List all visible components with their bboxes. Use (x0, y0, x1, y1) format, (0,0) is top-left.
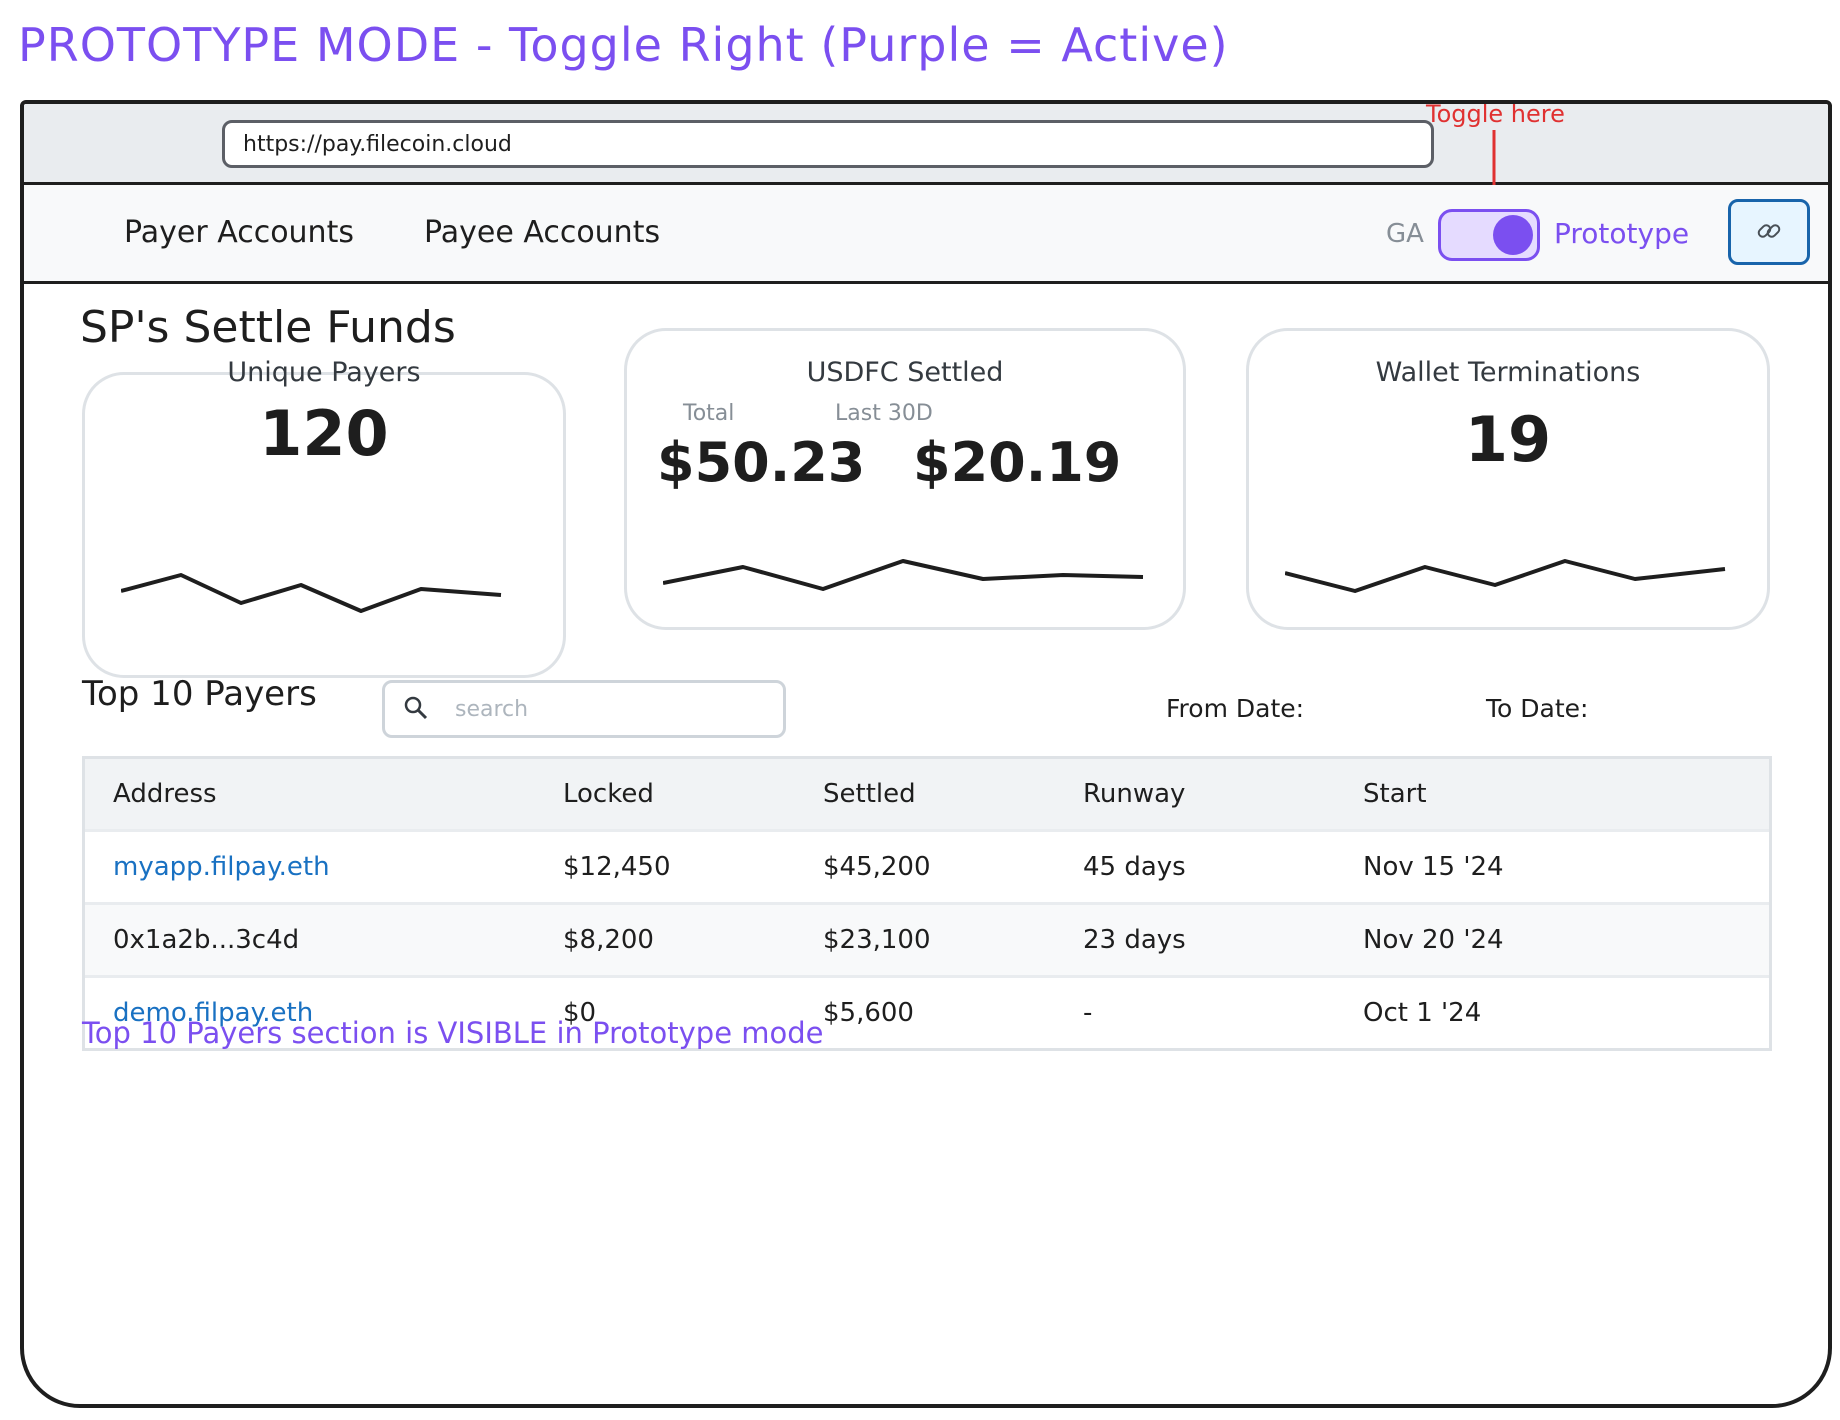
top-payers-table: Address Locked Settled Runway Start myap… (82, 756, 1772, 1051)
search-box (382, 680, 786, 738)
search-input[interactable] (453, 691, 767, 727)
start-cell: Nov 20 '24 (1363, 925, 1504, 955)
sparkline (121, 573, 502, 613)
copy-link-button[interactable] (1728, 199, 1810, 265)
payer-address: 0x1a2b...3c4d (113, 925, 300, 955)
last-30d-label: Last 30D (835, 401, 933, 426)
page-title: SP's Settle Funds (80, 302, 456, 353)
toggle-annotation: Toggle here (1426, 100, 1565, 128)
browser-window: https://pay.filecoin.cloud Toggle here P… (20, 100, 1832, 1408)
total-value: $50.23 (657, 431, 866, 494)
unique-payers-card: Unique Payers 120 (82, 357, 566, 678)
column-header[interactable]: Address (113, 779, 217, 809)
column-header[interactable]: Start (1363, 779, 1427, 809)
card-title: USDFC Settled (806, 357, 1004, 388)
url-text: https://pay.filecoin.cloud (243, 132, 512, 157)
settled-cell: $5,600 (823, 998, 914, 1028)
top-nav: Payer Accounts Payee Accounts GA Prototy… (24, 185, 1828, 284)
runway-cell: - (1083, 998, 1093, 1028)
card-title: Wallet Terminations (1375, 357, 1641, 388)
toggle-knob (1493, 215, 1533, 255)
mode-toggle[interactable] (1438, 209, 1540, 261)
table-row[interactable]: 0x1a2b...3c4d $8,200 $23,100 23 days Nov… (85, 905, 1769, 978)
settled-cell: $23,100 (823, 925, 931, 955)
to-date-label[interactable]: To Date: (1486, 694, 1588, 723)
nav-payer-accounts[interactable]: Payer Accounts (124, 215, 354, 250)
address-bar[interactable]: https://pay.filecoin.cloud (222, 120, 1434, 168)
link-icon (1757, 224, 1781, 238)
wallet-terminations-value: 19 (1464, 403, 1552, 476)
total-label: Total (683, 401, 735, 426)
top-payers-title: Top 10 Payers (82, 674, 317, 714)
locked-cell: $12,450 (563, 852, 671, 882)
from-date-label[interactable]: From Date: (1166, 694, 1304, 723)
column-header[interactable]: Runway (1083, 779, 1185, 809)
mode-label-prototype: Prototype (1554, 217, 1690, 250)
wallet-terminations-card: Wallet Terminations 19 (1246, 328, 1770, 630)
start-cell: Nov 15 '24 (1363, 852, 1504, 882)
mode-label-ga: GA (1386, 219, 1424, 249)
prototype-mode-banner: PROTOTYPE MODE - Toggle Right (Purple = … (18, 18, 1229, 72)
prototype-footnote: Top 10 Payers section is VISIBLE in Prot… (82, 1016, 824, 1050)
column-header[interactable]: Locked (563, 779, 654, 809)
card-title: Unique Payers (227, 357, 421, 388)
sparkline (663, 559, 1144, 591)
settled-cell: $45,200 (823, 852, 931, 882)
usdfc-settled-card: USDFC Settled Total Last 30D $50.23 $20.… (624, 328, 1186, 630)
runway-cell: 45 days (1083, 852, 1186, 882)
payer-address-link[interactable]: myapp.filpay.eth (113, 852, 330, 882)
search-icon (404, 696, 428, 720)
unique-payers-value: 120 (259, 397, 389, 470)
last-30d-value: $20.19 (913, 431, 1122, 494)
table-row[interactable]: myapp.filpay.eth $12,450 $45,200 45 days… (85, 832, 1769, 905)
nav-payee-accounts[interactable]: Payee Accounts (424, 215, 660, 250)
runway-cell: 23 days (1083, 925, 1186, 955)
browser-toolbar: https://pay.filecoin.cloud Toggle here (24, 104, 1828, 208)
column-header[interactable]: Settled (823, 779, 916, 809)
table-header-row: Address Locked Settled Runway Start (85, 759, 1769, 832)
sparkline (1285, 559, 1726, 593)
locked-cell: $8,200 (563, 925, 654, 955)
start-cell: Oct 1 '24 (1363, 998, 1482, 1028)
